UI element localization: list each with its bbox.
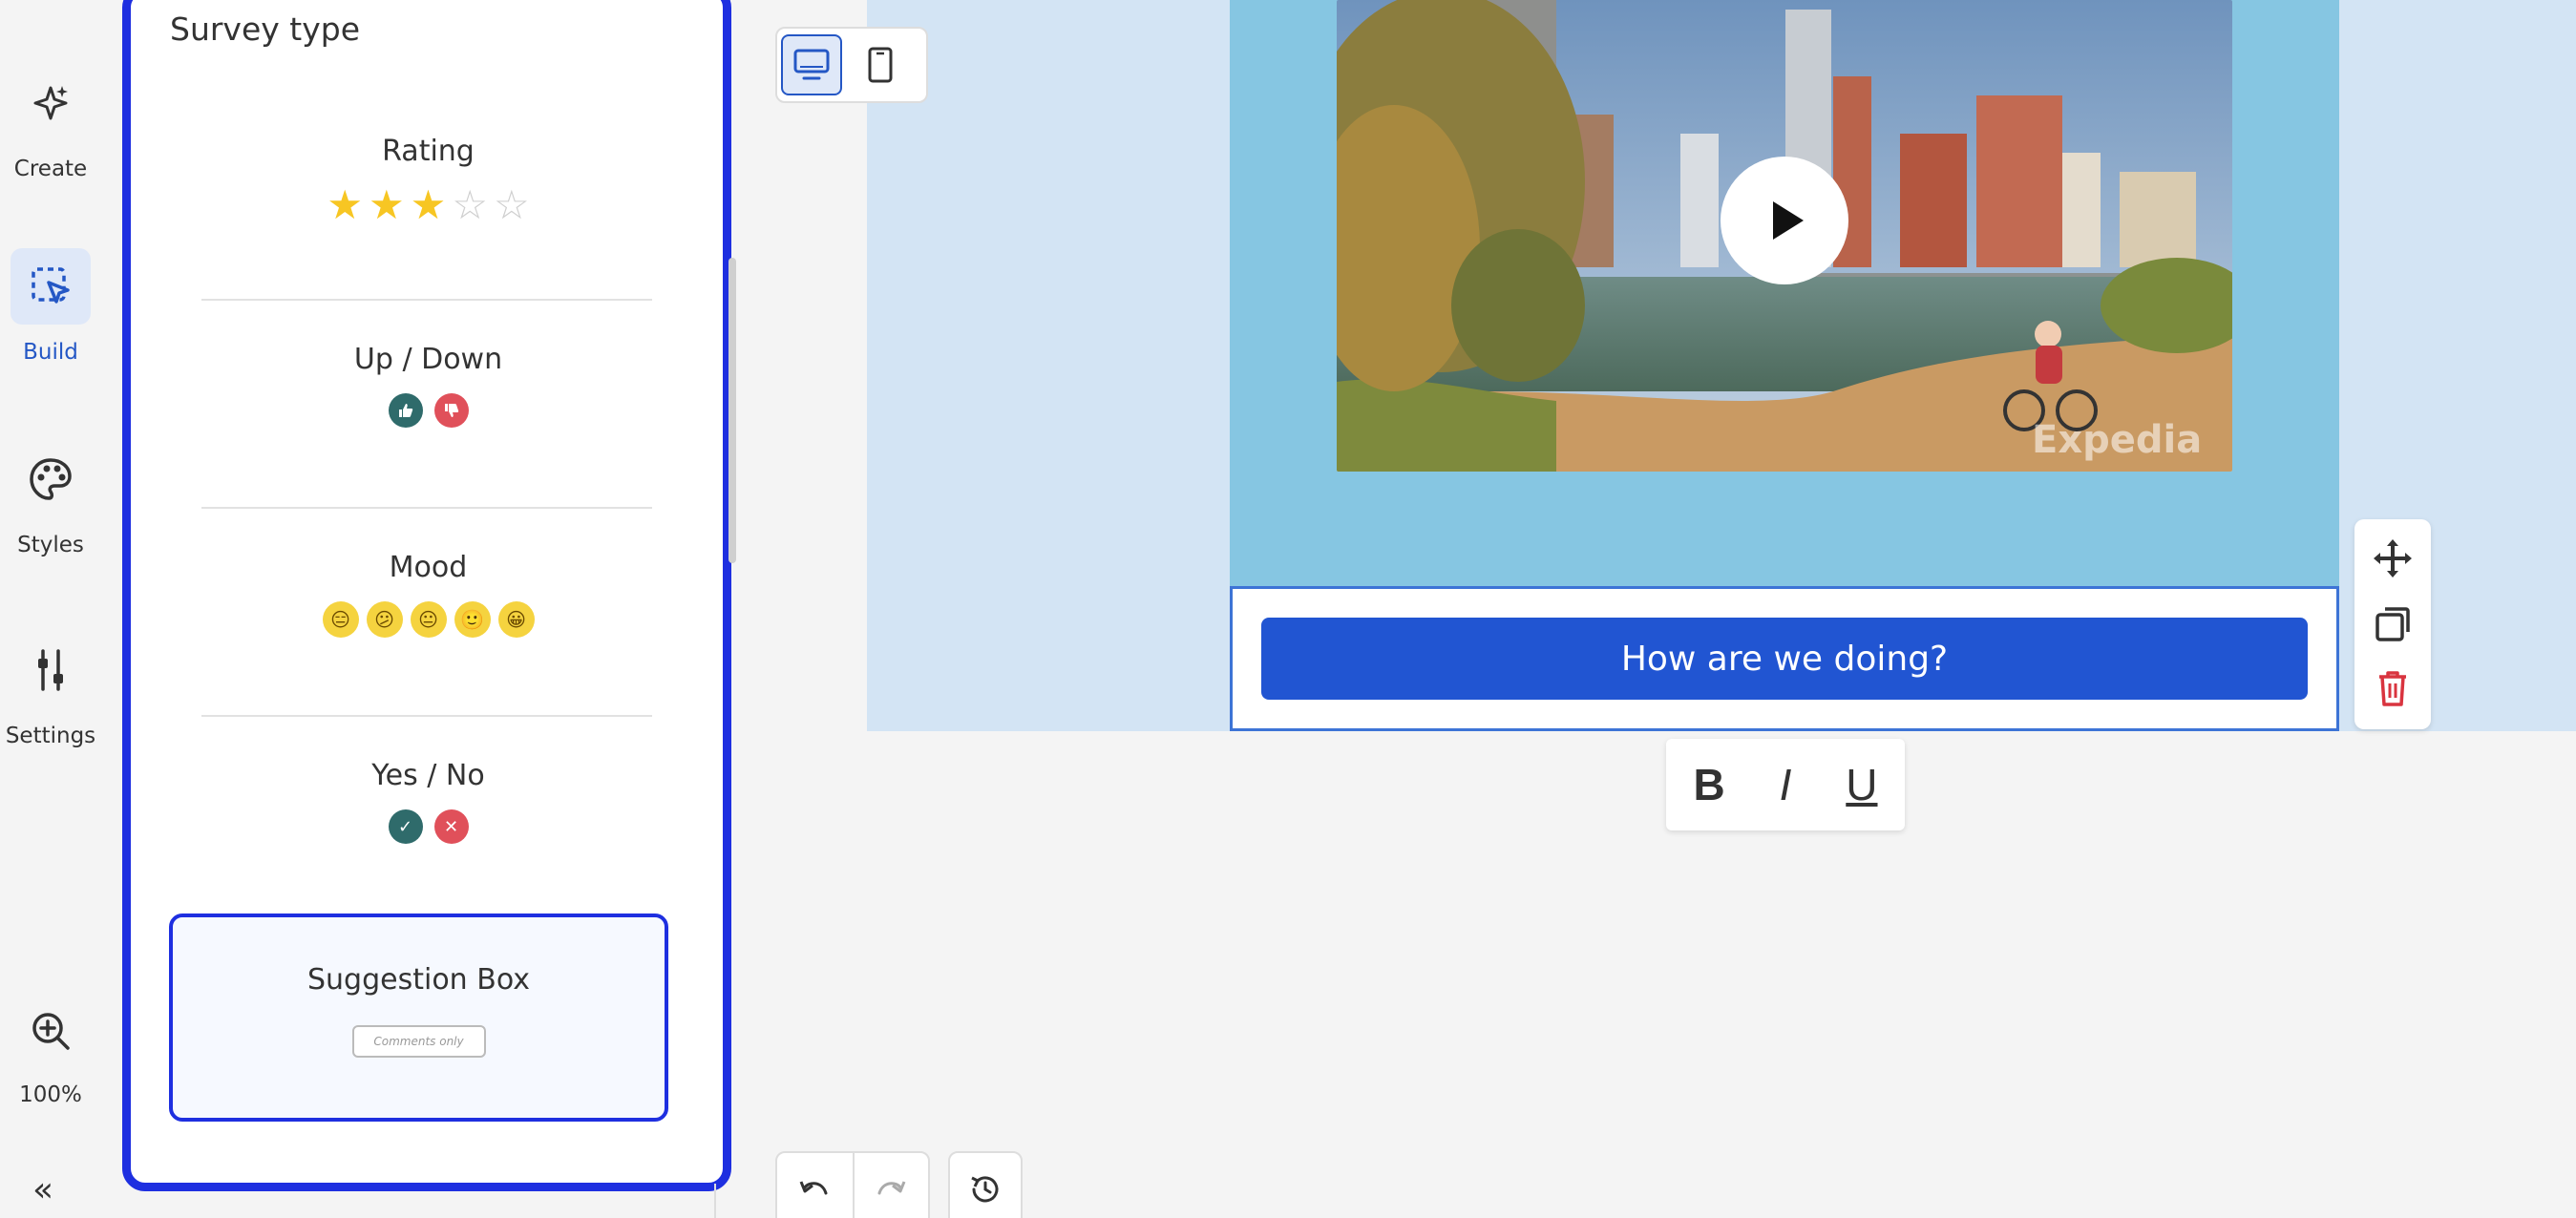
version-history-button[interactable] [948, 1151, 1023, 1218]
undo-button[interactable] [777, 1153, 853, 1218]
divider [201, 299, 652, 301]
desktop-view-button[interactable] [781, 34, 842, 95]
panel-gutter [714, 1184, 716, 1218]
divider [201, 715, 652, 717]
survey-option-mood[interactable]: Mood 😑 😕 😐 🙂 😀 [202, 551, 654, 638]
play-button[interactable] [1721, 157, 1848, 284]
collapse-panel-button[interactable]: « [32, 1170, 53, 1209]
survey-option-up-down[interactable]: Up / Down [202, 343, 654, 428]
rail-item-settings[interactable]: Settings [0, 632, 101, 748]
slight-smile-icon: 🙂 [454, 601, 491, 638]
thumbs-up-icon [388, 393, 423, 428]
survey-question-button[interactable]: How are we doing? [1261, 618, 2308, 700]
desktop-icon [793, 49, 830, 80]
undo-redo-group [775, 1151, 930, 1218]
survey-option-rating[interactable]: Rating ★ ★ ★ ☆ ☆ [202, 135, 654, 225]
undo-icon [800, 1181, 828, 1195]
rating-stars: ★ ★ ★ ☆ ☆ [202, 185, 654, 225]
confused-face-icon: 😕 [366, 601, 403, 638]
star-filled-icon: ★ [327, 181, 364, 228]
suggestion-preview-field: Comments only [351, 1025, 486, 1058]
star-empty-icon: ☆ [452, 181, 488, 228]
left-rail: Create Build Styles Settings 100% « [0, 0, 122, 1218]
block-toolbar [2354, 519, 2431, 729]
panel-title: Survey type [170, 10, 360, 48]
neutral-face-icon: 😐 [410, 601, 447, 638]
play-icon [1773, 201, 1804, 240]
bold-button[interactable]: B [1693, 759, 1724, 810]
redo-icon [877, 1181, 906, 1195]
survey-option-label: Up / Down [353, 343, 503, 376]
survey-type-panel: Survey type Rating ★ ★ ★ ☆ ☆ Up / Down M… [122, 0, 731, 1191]
check-icon: ✓ [388, 809, 423, 844]
redo-button[interactable] [852, 1153, 928, 1218]
trash-icon[interactable] [2372, 667, 2414, 713]
history-clock-icon [971, 1176, 999, 1203]
x-icon: ✕ [433, 809, 469, 844]
cursor-select-icon [11, 248, 91, 325]
survey-option-label: Yes / No [371, 759, 485, 792]
palette-icon [11, 441, 91, 517]
text-format-toolbar: B I U [1666, 739, 1905, 830]
duplicate-icon[interactable] [2372, 603, 2414, 649]
survey-option-label: Rating [382, 135, 475, 168]
mood-icons: 😑 😕 😐 🙂 😀 [202, 601, 654, 638]
sliders-icon [11, 632, 91, 708]
star-filled-icon: ★ [410, 181, 447, 228]
panel-scrollbar[interactable] [728, 258, 736, 563]
mobile-icon [868, 47, 893, 83]
underline-button[interactable]: U [1846, 759, 1877, 810]
unamused-face-icon: 😑 [322, 601, 359, 638]
zoom-control[interactable]: 100% [0, 993, 101, 1107]
star-empty-icon: ☆ [493, 181, 530, 228]
rail-label-create: Create [13, 157, 88, 181]
divider [201, 507, 652, 509]
zoom-level: 100% [19, 1082, 82, 1107]
rail-label-settings: Settings [5, 724, 96, 748]
survey-option-label: Mood [389, 551, 468, 584]
survey-option-suggestion-box[interactable]: Suggestion Box Comments only [169, 914, 668, 1122]
rail-item-create[interactable]: Create [0, 65, 101, 181]
video-watermark: Expedia [2032, 418, 2203, 462]
thumbs-down-icon [433, 393, 469, 428]
survey-option-label: Suggestion Box [307, 963, 530, 997]
mobile-view-button[interactable] [850, 34, 911, 95]
survey-option-yes-no[interactable]: Yes / No ✓ ✕ [202, 759, 654, 844]
sparkle-icon [11, 65, 91, 141]
italic-button[interactable]: I [1780, 759, 1792, 810]
rail-label-build: Build [23, 340, 78, 365]
grin-face-icon: 😀 [497, 601, 535, 638]
zoom-in-icon [11, 993, 91, 1069]
rail-item-build[interactable]: Build [0, 248, 101, 365]
yes-no-icons: ✓ ✕ [202, 809, 654, 844]
up-down-icons [202, 393, 654, 428]
rail-item-styles[interactable]: Styles [0, 441, 101, 557]
star-filled-icon: ★ [369, 181, 405, 228]
device-preview-toggle [775, 27, 928, 103]
move-icon[interactable] [2370, 536, 2416, 585]
rail-label-styles: Styles [17, 533, 84, 557]
